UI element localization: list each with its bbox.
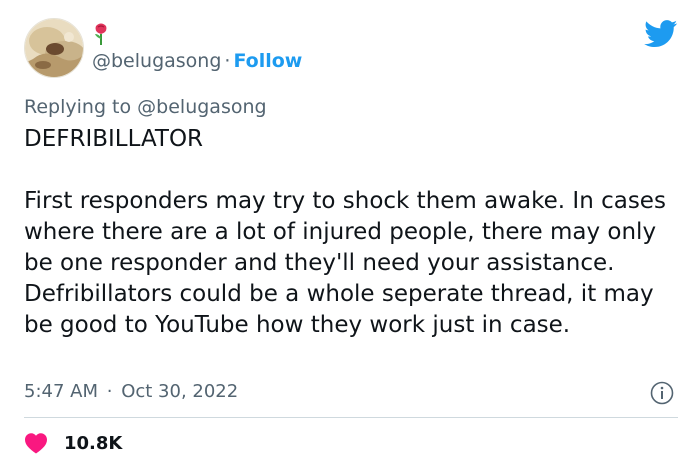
reply-handle-link[interactable]: @belugasong xyxy=(137,96,266,118)
tweet-date: Oct 30, 2022 xyxy=(121,381,239,402)
rose-icon xyxy=(95,23,107,45)
tweet-heading-text: DEFRIBILLATOR xyxy=(24,126,204,152)
avatar[interactable] xyxy=(24,18,84,78)
like-count: 10.8K xyxy=(64,432,123,454)
tweet-paragraph-text: First responders may try to shock them a… xyxy=(24,188,666,338)
tweet-time: 5:47 AM xyxy=(24,381,98,402)
replying-to-line: Replying to @belugasong xyxy=(24,95,267,119)
like-row: 10.8K xyxy=(24,428,122,458)
twitter-bird-icon[interactable] xyxy=(644,20,678,48)
heart-icon[interactable] xyxy=(24,432,48,454)
divider xyxy=(24,417,678,418)
author-handle[interactable]: @belugasong xyxy=(92,50,221,72)
timestamp-separator: · xyxy=(106,381,113,402)
tweet-body: DEFRIBILLATOR First responders may try t… xyxy=(24,124,684,341)
follow-button[interactable]: Follow xyxy=(233,50,302,72)
info-icon[interactable] xyxy=(650,381,674,405)
separator-dot: · xyxy=(224,50,231,72)
author-row: @belugasong · Follow xyxy=(92,49,302,73)
reply-prefix: Replying to xyxy=(24,96,132,118)
tweet-card: @belugasong · Follow Replying to @belugaso… xyxy=(0,0,700,471)
timestamp[interactable]: 5:47 AM · Oct 30, 2022 xyxy=(24,380,238,404)
avatar-painting-image xyxy=(25,19,83,77)
